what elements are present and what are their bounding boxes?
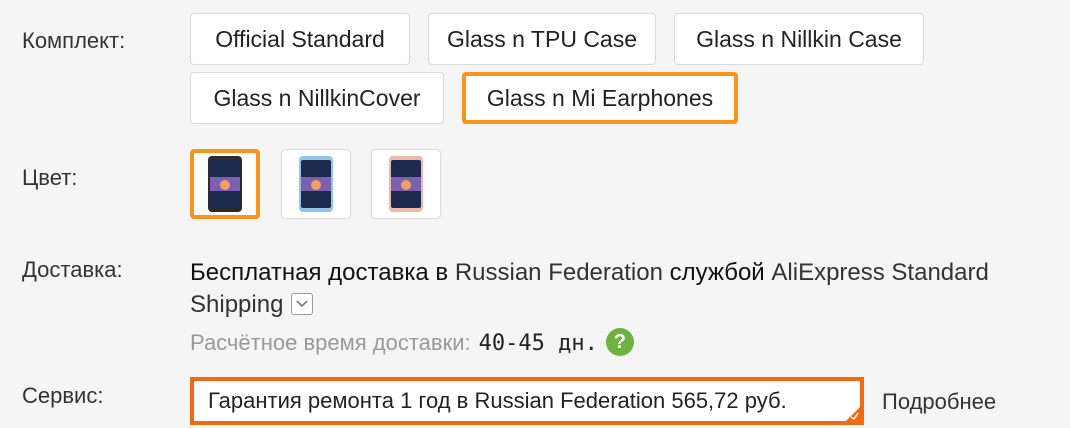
service-warranty-option[interactable]: Гарантия ремонта 1 год в Russian Federat…: [190, 377, 864, 425]
kit-option-glass-nillkin-cover[interactable]: Glass n NillkinCover: [190, 72, 444, 124]
kit-option-glass-tpu-case[interactable]: Glass n TPU Case: [428, 13, 656, 65]
kit-option-glass-mi-earphones[interactable]: Glass n Mi Earphones: [462, 72, 738, 124]
delivery-estimate: Расчётное время доставки: 40-45 дн.?: [190, 328, 634, 358]
color-swatch-blue[interactable]: [281, 149, 351, 219]
color-swatch-black[interactable]: [190, 149, 260, 219]
product-options-panel: Комплект: Official Standard Glass n TPU …: [0, 0, 1070, 428]
shipping-country: Russian Federation: [454, 259, 663, 286]
color-label: Цвет:: [22, 165, 78, 190]
service-warranty-text: Гарантия ремонта 1 год в Russian Federat…: [208, 388, 787, 413]
shipping-description: Бесплатная доставка в Russian Federation…: [190, 257, 1060, 321]
help-icon[interactable]: ?: [605, 328, 634, 357]
pink-phone-icon: [389, 156, 423, 212]
kit-option-glass-nillkin-case[interactable]: Glass n Nillkin Case: [674, 13, 924, 65]
black-phone-icon: [208, 156, 242, 212]
shipping-by-text: службой: [669, 259, 765, 286]
shipping-lead-text: Бесплатная доставка в: [190, 259, 449, 286]
blue-phone-icon: [299, 156, 333, 212]
shipping-method-dropdown[interactable]: [291, 292, 314, 315]
color-swatch-pink[interactable]: [371, 149, 441, 219]
estimate-days: 40-45 дн.: [478, 331, 598, 356]
estimate-label: Расчётное время доставки:: [190, 330, 471, 355]
service-label: Сервис:: [22, 383, 104, 408]
delivery-label: Доставка:: [22, 257, 123, 282]
checkmark-icon: [846, 407, 860, 421]
kit-label: Комплект:: [22, 28, 126, 53]
kit-option-official-standard[interactable]: Official Standard: [190, 13, 410, 65]
service-more-link[interactable]: Подробнее: [882, 389, 996, 415]
chevron-down-icon: [296, 300, 308, 307]
